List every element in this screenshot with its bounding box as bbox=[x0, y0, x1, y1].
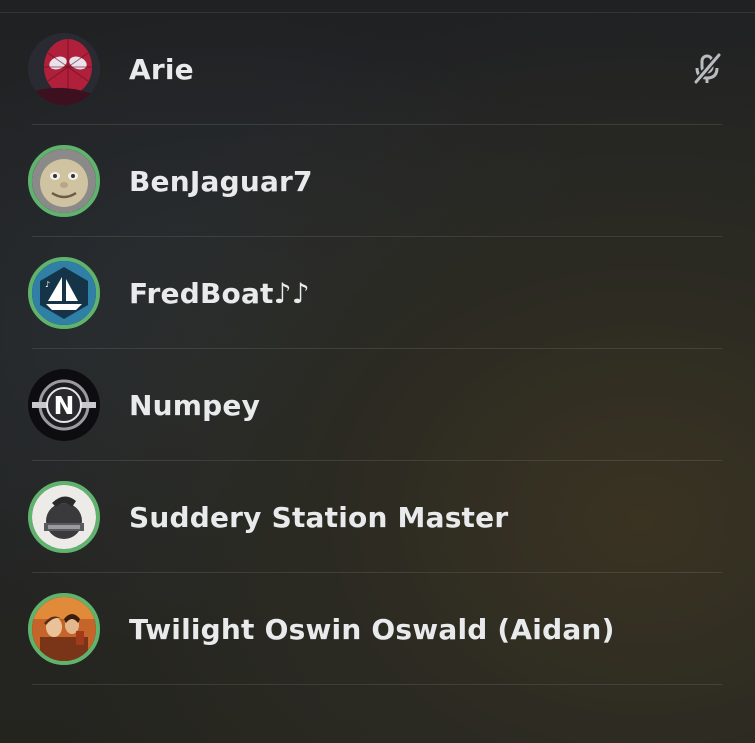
voice-channel-member-panel: Arie BenJaguar7 ♪ FredBoat♪♪ N Numpey Su… bbox=[0, 0, 755, 743]
spiderman-avatar-icon bbox=[28, 33, 100, 105]
member-name: Arie bbox=[129, 52, 194, 86]
member-name: FredBoat♪♪ bbox=[129, 276, 310, 310]
doctor-who-avatar-icon bbox=[28, 593, 100, 665]
member-list: Arie BenJaguar7 ♪ FredBoat♪♪ N Numpey Su… bbox=[0, 13, 755, 685]
member-row-arie[interactable]: Arie bbox=[0, 13, 755, 125]
member-row-fredboat[interactable]: ♪ FredBoat♪♪ bbox=[0, 237, 755, 349]
member-row-twilight-oswin-oswald[interactable]: Twilight Oswin Oswald (Aidan) bbox=[0, 573, 755, 685]
microphone-muted-icon bbox=[693, 53, 722, 84]
member-row-numpey[interactable]: N Numpey bbox=[0, 349, 755, 461]
member-name: BenJaguar7 bbox=[129, 164, 313, 198]
member-row-suddery-station-master[interactable]: Suddery Station Master bbox=[0, 461, 755, 573]
fredboat-logo-icon: ♪ bbox=[28, 257, 100, 329]
svg-text:♪: ♪ bbox=[45, 280, 50, 289]
n-logo-avatar-icon: N bbox=[28, 369, 100, 441]
member-row-benjaguar7[interactable]: BenJaguar7 bbox=[0, 125, 755, 237]
station-logo-avatar-icon bbox=[28, 481, 100, 553]
member-name: Suddery Station Master bbox=[129, 500, 509, 534]
smiling-face-avatar-icon bbox=[28, 145, 100, 217]
member-name: Numpey bbox=[129, 388, 261, 422]
member-name: Twilight Oswin Oswald (Aidan) bbox=[129, 612, 615, 646]
svg-text:N: N bbox=[54, 391, 75, 420]
